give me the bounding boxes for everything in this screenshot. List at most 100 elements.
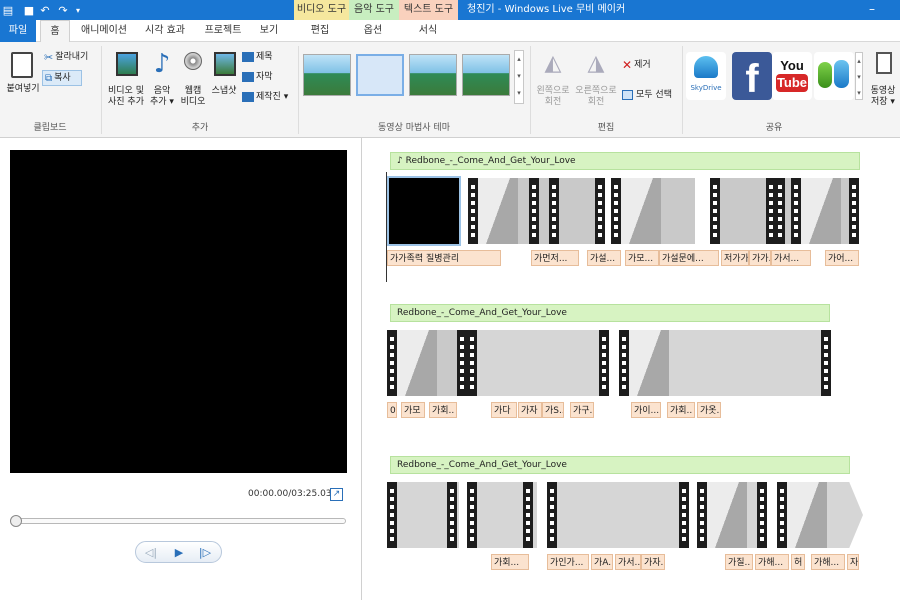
music-track-bar[interactable]: Redbone_-_Come_And_Get_Your_Love (390, 456, 850, 474)
rotate-right-button[interactable]: ◮ 오른쪽으로 회전 (574, 50, 618, 114)
theme-gallery-scroll[interactable]: ▴ ▾ ▾ (514, 50, 524, 104)
theme-thumbnail-selected[interactable] (356, 54, 404, 96)
clip-selected[interactable] (387, 176, 461, 246)
previous-frame-icon[interactable]: ◁| (142, 545, 160, 561)
tab-home[interactable]: 홈 (40, 20, 70, 43)
skydrive-cloud-icon (694, 56, 718, 78)
video-clip[interactable] (697, 482, 767, 548)
timecode: 00:00.00/03:25.03 (248, 489, 332, 499)
facebook-button[interactable]: f (732, 52, 772, 101)
video-clip[interactable] (467, 330, 609, 396)
music-track-bar[interactable]: Redbone_-_Come_And_Get_Your_Love (390, 304, 830, 322)
caption-button[interactable]: 자막 (242, 70, 282, 84)
video-clip[interactable] (775, 178, 859, 244)
video-clip[interactable] (468, 178, 530, 244)
caption-clip[interactable]: 가옷. (697, 402, 721, 418)
tab-edit[interactable]: 편집 (305, 20, 335, 42)
redo-icon[interactable]: ↷ (56, 3, 70, 17)
theme-thumbnail[interactable] (462, 54, 510, 96)
video-clip[interactable] (529, 178, 605, 244)
caption-clip[interactable]: 가어... (825, 250, 859, 266)
add-video-photo-button[interactable]: 비디오 및 사진 추가 (104, 50, 148, 114)
caption-clip[interactable]: 가서.. (615, 554, 641, 570)
select-all-button[interactable]: 모두 선택 (622, 88, 682, 102)
snapshot-button[interactable]: 스냅샷 (208, 50, 240, 102)
group-label-share: 공유 (765, 123, 783, 133)
caption-clip[interactable]: 가먼저... (531, 250, 579, 266)
caption-clip[interactable]: 가가족력 질병관리 (387, 250, 501, 266)
caption-clip[interactable]: 가이... (631, 402, 661, 418)
remove-button[interactable]: ✕ 제거 (622, 58, 662, 72)
title-button[interactable]: 제목 (242, 50, 282, 64)
caption-clip[interactable]: 가구. (570, 402, 594, 418)
webcam-video-button[interactable]: 웹캠 비디오 (178, 50, 208, 114)
caption-clip[interactable]: 가모... (625, 250, 659, 266)
play-icon[interactable]: ▶ (170, 545, 188, 561)
caption-clip[interactable]: 가S.. (542, 402, 564, 418)
save-icon[interactable]: ■ (22, 3, 36, 17)
caption-clip[interactable]: 가자. (641, 554, 665, 570)
select-all-label: 모두 선택 (636, 89, 672, 100)
caption-clip[interactable]: 가가... (749, 250, 771, 266)
caption-clip[interactable]: 0 (387, 402, 397, 418)
caption-clip[interactable]: 가해... (755, 554, 789, 570)
tab-visual-effects[interactable]: 시각 효과 (140, 20, 190, 42)
caption-clip[interactable]: 가해... (811, 554, 845, 570)
share-gallery-scroll[interactable]: ▴ ▾ ▾ (855, 52, 863, 100)
caption-clip[interactable]: 가자 (518, 402, 542, 418)
caption-clip[interactable]: 가설문에... (659, 250, 719, 266)
caption-clip[interactable]: 가설... (587, 250, 621, 266)
copy-button[interactable]: ⧉ 복사 (42, 70, 82, 86)
video-clip[interactable] (619, 330, 831, 396)
app-menu-icon[interactable]: ▤ (2, 3, 14, 17)
add-music-button[interactable]: ♪ 음악 추가 ▾ (147, 50, 177, 114)
seek-thumb[interactable] (10, 515, 22, 527)
tab-animation[interactable]: 애니메이션 (76, 20, 132, 42)
caption-clip[interactable]: 가인가... (547, 554, 589, 570)
caption-clip[interactable]: 저가가... (721, 250, 749, 266)
music-track-bar[interactable]: ♪ Redbone_-_Come_And_Get_Your_Love (390, 152, 860, 170)
caption-clip[interactable]: 허 (791, 554, 805, 570)
caption-clip[interactable]: 가다 (491, 402, 517, 418)
video-clip[interactable] (611, 178, 695, 244)
caption-clip[interactable]: 자 (847, 554, 859, 570)
tab-project[interactable]: 프로젝트 (200, 20, 246, 42)
caption-clip[interactable]: 가회... (491, 554, 529, 570)
theme-thumbnail[interactable] (409, 54, 457, 96)
caption-clip[interactable]: 가서... (771, 250, 811, 266)
quick-access-dropdown-icon[interactable]: ▾ (72, 3, 84, 17)
credits-button[interactable]: 제작진 ▾ (242, 90, 294, 104)
ribbon-separator (682, 46, 683, 134)
video-clip[interactable] (777, 482, 863, 548)
youtube-button[interactable]: You Tube (772, 52, 812, 100)
save-movie-button[interactable]: 동영상 저장 ▾ (866, 50, 900, 114)
add-video-label-1: 비디오 및 (108, 86, 144, 96)
skydrive-button[interactable]: SkyDrive (686, 52, 726, 100)
minimize-button[interactable]: – (862, 0, 882, 18)
video-clip[interactable] (547, 482, 689, 548)
video-clip[interactable] (710, 178, 776, 244)
video-clip[interactable] (387, 482, 459, 548)
tab-format[interactable]: 서식 (413, 20, 443, 42)
next-frame-icon[interactable]: |▷ (196, 545, 214, 561)
caption-clip[interactable]: 가A.. (591, 554, 613, 570)
caption-clip[interactable]: 가질.. (725, 554, 753, 570)
caption-clip[interactable]: 가모 (401, 402, 425, 418)
fullscreen-icon[interactable]: ↗ (330, 488, 343, 501)
theme-thumbnail[interactable] (303, 54, 351, 96)
video-preview[interactable] (10, 150, 347, 473)
tab-file[interactable]: 파일 (0, 20, 36, 42)
caption-clip[interactable]: 가회.. (667, 402, 695, 418)
cut-button[interactable]: ✂ 잘라내기 (44, 50, 96, 64)
paste-button[interactable]: 붙여넣기 (4, 48, 40, 100)
caption-clip[interactable]: 가회.. (429, 402, 457, 418)
tab-options[interactable]: 옵션 (358, 20, 388, 42)
tab-view[interactable]: 보기 (254, 20, 284, 42)
video-clip[interactable] (467, 482, 537, 548)
caption-label: 자막 (256, 71, 273, 82)
undo-icon[interactable]: ↶ (38, 3, 52, 17)
seek-bar[interactable] (10, 518, 346, 524)
rotate-left-button[interactable]: ◭ 왼쪽으로 회전 (534, 50, 572, 114)
video-clip[interactable] (387, 330, 467, 396)
messenger-button[interactable] (814, 52, 854, 100)
